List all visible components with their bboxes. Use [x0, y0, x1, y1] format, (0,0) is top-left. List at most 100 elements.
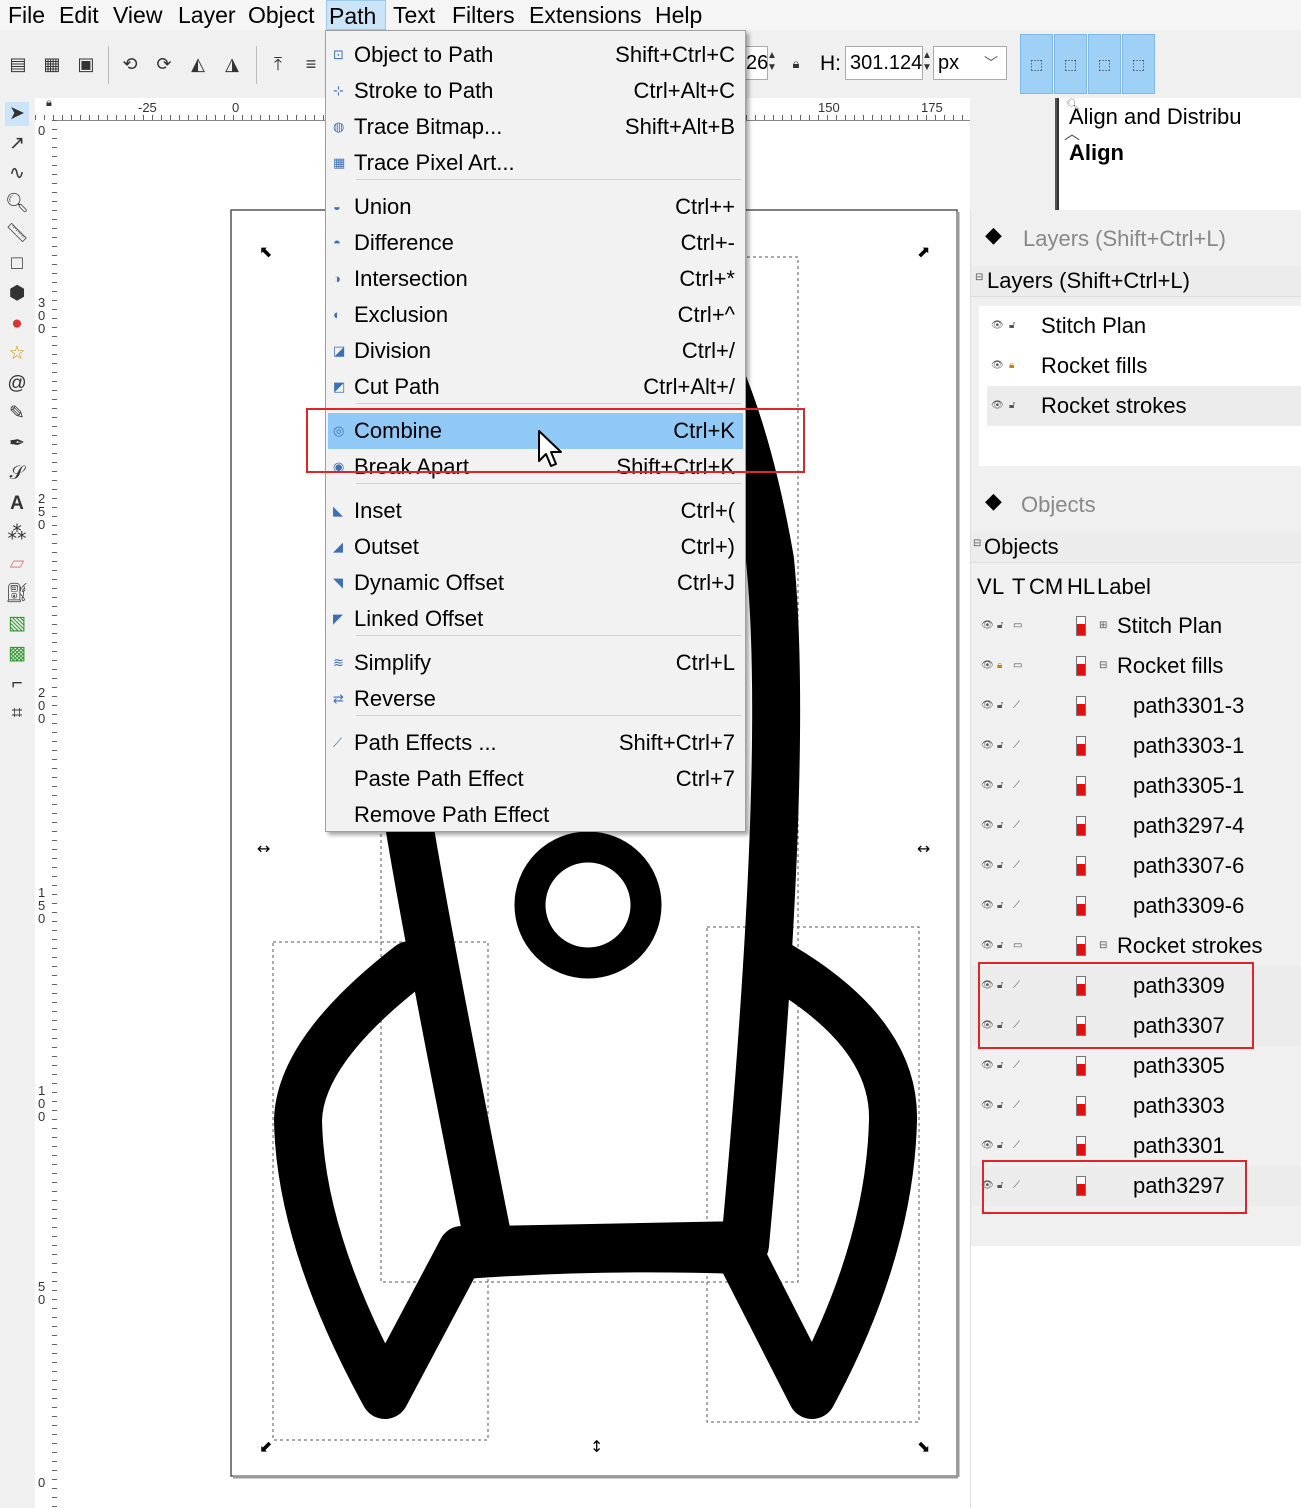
col-locked[interactable]: L [992, 570, 1004, 604]
eye-icon[interactable]: 👁︎ [991, 386, 1004, 426]
height-field[interactable]: 301.124 [845, 46, 923, 80]
highlight-color-swatch[interactable] [1076, 1136, 1086, 1156]
transform-gradients-button[interactable]: ⬚ [1088, 34, 1121, 94]
layer-row-selected[interactable]: 👁︎ 🔓︎ Rocket strokes [987, 386, 1301, 426]
highlight-color-swatch[interactable] [1076, 816, 1086, 836]
menu-filters[interactable]: Filters [450, 0, 517, 30]
resize-handle-icon[interactable]: ⬈ [917, 242, 930, 261]
scroll-up-icon[interactable]: ︿ [1064, 120, 1080, 144]
eye-icon[interactable]: 👁︎ [991, 346, 1004, 386]
lock-icon[interactable]: 🔒︎ [997, 646, 1002, 686]
menu-object[interactable]: Object [246, 0, 316, 30]
object-layer-row[interactable]: 👁︎ 🔓︎ ▭ ⊟ Rocket strokes [971, 926, 1301, 966]
eye-icon[interactable]: 👁︎ [981, 926, 994, 966]
eye-icon[interactable]: 👁︎ [981, 646, 994, 686]
measure-tool-icon[interactable]: 📏︎ [5, 222, 29, 246]
col-clip-mask[interactable]: CM [1029, 570, 1063, 604]
menu-item-reverse[interactable]: ⇄ Reverse [328, 681, 743, 717]
lock-icon[interactable]: 🔓︎ [997, 1046, 1003, 1086]
raise-to-top-icon[interactable]: ⤒ [266, 52, 290, 76]
eye-icon[interactable]: 👁︎ [981, 766, 994, 806]
expander-icon[interactable]: ⊞ [1099, 606, 1107, 646]
col-visible[interactable]: V [977, 570, 992, 604]
transform-patterns-button[interactable]: ⬚ [1122, 34, 1155, 94]
eye-icon[interactable]: 👁︎ [981, 1086, 994, 1126]
layer-row[interactable]: 👁︎ 🔓︎ Stitch Plan [987, 306, 1301, 346]
resize-handle-icon[interactable]: ⬋ [259, 1437, 272, 1456]
text-tool-icon[interactable]: A [5, 492, 29, 516]
col-type[interactable]: T [1012, 570, 1025, 604]
resize-handle-icon[interactable]: ⬊ [917, 1437, 930, 1456]
menu-item-trace-pixel-art[interactable]: ▦ Trace Pixel Art... [328, 145, 743, 181]
height-spinner-icon[interactable]: ▲ ▼ [921, 50, 933, 74]
object-path-row[interactable]: 👁︎ 🔓︎ ⟋ path3301-3 [971, 686, 1301, 726]
eye-icon[interactable]: 👁︎ [981, 606, 994, 646]
highlight-color-swatch[interactable] [1076, 656, 1086, 676]
menu-item-stroke-to-path[interactable]: ⊹ Stroke to Path Ctrl+Alt+C [328, 73, 743, 109]
connector-tool-icon[interactable]: ⌗ [5, 702, 29, 726]
menu-item-dynamic-offset[interactable]: ◥ Dynamic Offset Ctrl+J [328, 565, 743, 601]
menu-item-union[interactable]: ◒ Union Ctrl++ [328, 189, 743, 225]
lock-icon[interactable]: 🔓︎ [997, 926, 1003, 966]
resize-handle-icon[interactable]: ↔ [257, 839, 270, 858]
eye-icon[interactable]: 👁︎ [981, 726, 994, 766]
menu-item-path-effects[interactable]: ⟋ Path Effects ... Shift+Ctrl+7 [328, 725, 743, 761]
ellipse-tool-icon[interactable]: ● [5, 312, 29, 336]
menu-item-inset[interactable]: ◣ Inset Ctrl+( [328, 493, 743, 529]
menu-item-object-to-path[interactable]: ⊡ Object to Path Shift+Ctrl+C [328, 37, 743, 73]
eye-icon[interactable]: 👁︎ [981, 886, 994, 926]
width-spinner-icon[interactable]: ▲ ▼ [766, 50, 778, 74]
eye-icon[interactable]: 👁︎ [981, 686, 994, 726]
layers-tab[interactable]: ⊟ Layers (Shift+Ctrl+L) [971, 266, 1301, 297]
lock-icon[interactable]: 🔓︎ [997, 846, 1003, 886]
calligraphy-tool-icon[interactable]: 𝒮 [5, 462, 29, 486]
menu-file[interactable]: File [6, 0, 47, 30]
menu-path[interactable]: Path [326, 0, 386, 30]
menu-item-paste-path-effect[interactable]: Paste Path Effect Ctrl+7 [328, 761, 743, 797]
raise-icon[interactable]: ≡ [298, 52, 324, 76]
highlight-color-swatch[interactable] [1076, 696, 1086, 716]
rocket-base-path[interactable] [441, 1224, 764, 1279]
col-label[interactable]: Label [1097, 570, 1151, 604]
eye-icon[interactable]: 👁︎ [991, 306, 1004, 346]
zoom-tool-icon[interactable]: 🔍︎ [5, 192, 29, 216]
object-layer-row[interactable]: 👁︎ 🔓︎ ▭ ⊞ Stitch Plan [971, 606, 1301, 646]
spiral-tool-icon[interactable]: @ [5, 372, 29, 396]
object-layer-row[interactable]: 👁︎ 🔒︎ ▭ ⊟ Rocket fills [971, 646, 1301, 686]
box3d-tool-icon[interactable]: ⬢ [5, 282, 29, 306]
object-path-row[interactable]: 👁︎ 🔓︎ ⟋ path3307-6 [971, 846, 1301, 886]
menu-extensions[interactable]: Extensions [527, 0, 644, 30]
highlight-color-swatch[interactable] [1076, 616, 1086, 636]
spray-tool-icon[interactable]: ⁂ [5, 522, 29, 546]
menu-edit[interactable]: Edit [57, 0, 101, 30]
highlight-color-swatch[interactable] [1076, 896, 1086, 916]
width-field[interactable]: 26 [746, 46, 768, 80]
lock-icon[interactable]: 🔓︎ [997, 766, 1003, 806]
tweak-tool-icon[interactable]: ∿ [5, 162, 29, 186]
node-tool-icon[interactable]: ↗ [5, 132, 29, 156]
rotate-cw-icon[interactable]: ⟳ [152, 52, 176, 76]
object-path-row[interactable]: 👁︎ 🔓︎ ⟋ path3305 [971, 1046, 1301, 1086]
pencil-tool-icon[interactable]: ✎ [5, 402, 29, 426]
object-path-row[interactable]: 👁︎ 🔓︎ ⟋ path3309-6 [971, 886, 1301, 926]
eraser-tool-icon[interactable]: ▱ [5, 552, 29, 576]
resize-handle-icon[interactable]: ↕ [590, 1437, 603, 1456]
objects-tab[interactable]: ⊟ Objects [971, 532, 1301, 563]
lock-icon[interactable]: 🔓︎ [1009, 386, 1015, 426]
lock-icon[interactable]: 🔓︎ [997, 806, 1003, 846]
menu-item-outset[interactable]: ◢ Outset Ctrl+) [328, 529, 743, 565]
mesh-tool-icon[interactable]: ▩ [5, 642, 29, 666]
col-highlight[interactable]: HL [1067, 570, 1095, 604]
object-path-row[interactable]: 👁︎ 🔓︎ ⟋ path3297-4 [971, 806, 1301, 846]
zoom-corner-icon[interactable]: 🔍︎ [1066, 98, 1080, 111]
lock-icon[interactable]: 🔓︎ [997, 726, 1003, 766]
object-path-row[interactable]: 👁︎ 🔓︎ ⟋ path3303 [971, 1086, 1301, 1126]
menu-view[interactable]: View [111, 0, 164, 30]
lock-icon[interactable]: 🔓︎ [997, 1086, 1003, 1126]
menu-item-division[interactable]: ◪ Division Ctrl+/ [328, 333, 743, 369]
menu-text[interactable]: Text [391, 0, 437, 30]
highlight-color-swatch[interactable] [1076, 1056, 1086, 1076]
align-tab-title[interactable]: Align and Distribu [1069, 104, 1241, 130]
selector-tool-icon[interactable]: ➤ [5, 102, 29, 126]
rectangle-tool-icon[interactable]: □ [5, 252, 29, 276]
